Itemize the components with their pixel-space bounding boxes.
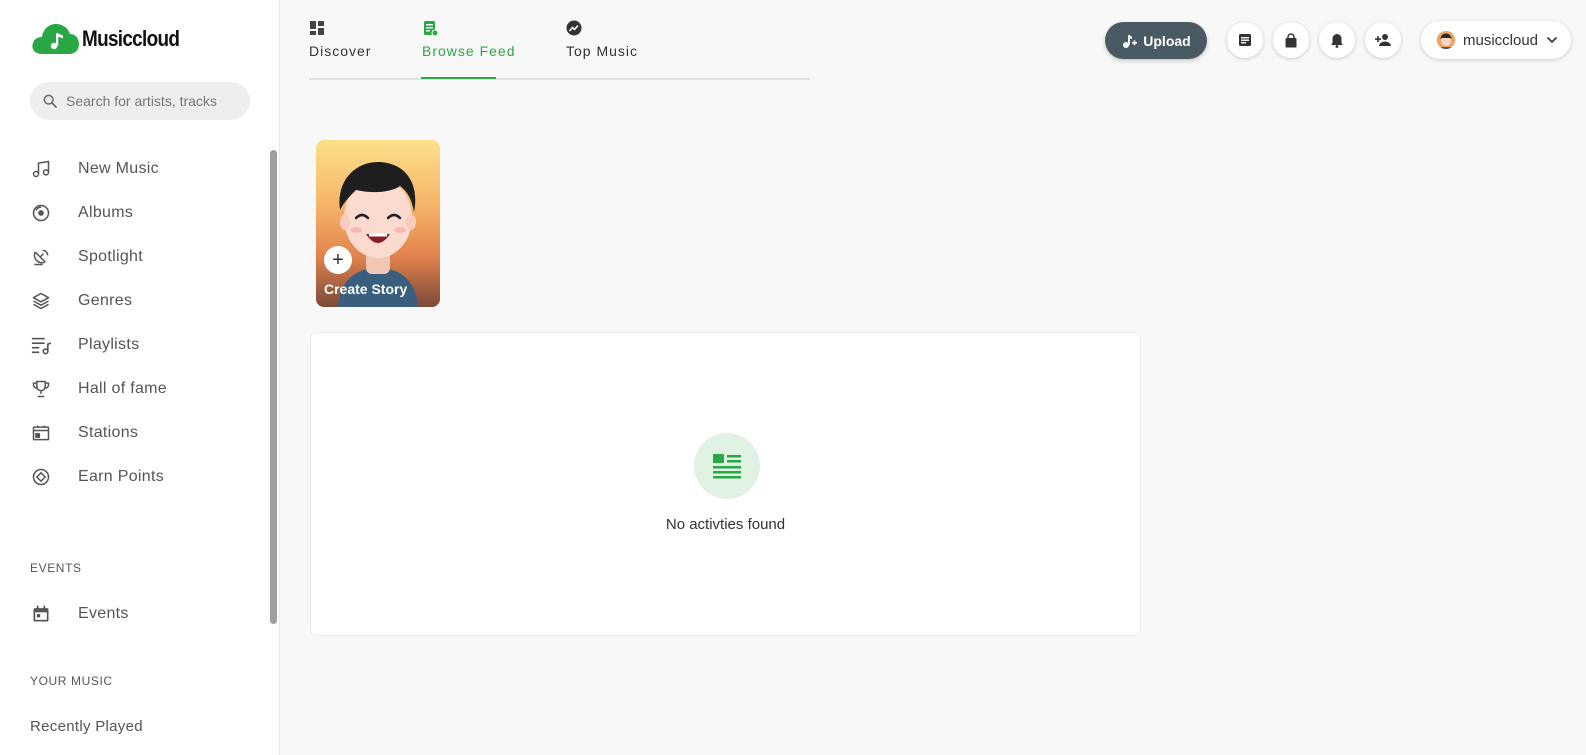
sidebar-item-label: Events	[78, 605, 129, 622]
feed-tabs: Discover Browse Feed Top Music	[309, 18, 810, 80]
events-section-title: EVENTS	[30, 561, 82, 575]
sidebar-item-label: Albums	[78, 204, 134, 221]
bell-icon	[1331, 33, 1343, 48]
sidebar-item-hall-of-fame[interactable]: Hall of fame	[30, 374, 167, 404]
shopping-bag-icon	[1285, 32, 1297, 47]
sidebar-item-stations[interactable]: Stations	[30, 418, 138, 448]
sidebar-item-label: Earn Points	[78, 468, 165, 485]
tab-label: Top Music	[566, 43, 639, 59]
plus-icon: +	[324, 246, 352, 274]
tab-label: Discover	[309, 43, 372, 59]
points-icon	[30, 466, 52, 488]
search-input[interactable]	[66, 93, 246, 109]
sidebar-item-recently-played[interactable]: Recently Played	[30, 718, 143, 735]
sidebar-item-label: New Music	[78, 160, 159, 177]
sidebar-item-playlists[interactable]: Playlists	[30, 330, 139, 360]
cloud-music-logo-icon	[32, 24, 79, 54]
cart-button[interactable]	[1273, 22, 1309, 58]
search-icon	[43, 94, 57, 108]
upload-button-label: Upload	[1143, 32, 1191, 49]
radio-icon	[30, 422, 52, 444]
chevron-down-icon	[1546, 36, 1558, 44]
sidebar-item-label: Stations	[78, 424, 139, 441]
messages-icon	[1239, 34, 1251, 46]
activity-feed-panel: No activties found	[310, 332, 1141, 636]
music-note-icon	[30, 158, 52, 180]
disc-icon	[30, 202, 52, 224]
active-tab-indicator	[421, 77, 496, 79]
user-menu[interactable]: musiccloud	[1421, 21, 1571, 59]
username: musiccloud	[1463, 31, 1539, 49]
create-story-label: Create Story	[324, 281, 408, 297]
sidebar-item-label: Genres	[78, 292, 133, 309]
calendar-icon	[30, 603, 52, 625]
search-bar[interactable]	[30, 82, 250, 120]
music-plus-icon	[1121, 33, 1138, 49]
satellite-dish-icon	[30, 246, 52, 268]
sidebar: Musiccloud New Music Albums Spotlight Ge…	[0, 0, 280, 755]
sidebar-item-label: Playlists	[78, 336, 140, 353]
sidebar-item-new-music[interactable]: New Music	[30, 154, 159, 184]
notifications-button[interactable]	[1319, 22, 1355, 58]
upload-button[interactable]: Upload	[1105, 22, 1207, 59]
article-icon	[694, 433, 760, 499]
logo[interactable]: Musiccloud	[30, 22, 195, 56]
create-story-card[interactable]: + Create Story	[316, 140, 440, 307]
tab-label: Browse Feed	[422, 43, 516, 59]
sidebar-item-earn-points[interactable]: Earn Points	[30, 462, 164, 492]
feed-icon	[424, 21, 438, 36]
sidebar-item-events[interactable]: Events	[30, 599, 129, 629]
add-friend-button[interactable]	[1365, 22, 1401, 58]
avatar	[1437, 31, 1455, 49]
playlist-icon	[30, 334, 52, 356]
sidebar-item-genres[interactable]: Genres	[30, 286, 132, 316]
trending-icon	[566, 20, 582, 36]
layers-icon	[30, 290, 52, 312]
sidebar-scrollbar[interactable]	[270, 150, 277, 624]
trophy-icon	[30, 378, 52, 400]
your-music-section-title: YOUR MUSIC	[30, 674, 113, 688]
dashboard-icon	[310, 21, 324, 35]
brand-name: Musiccloud	[82, 26, 180, 51]
empty-state-message: No activties found	[665, 516, 786, 533]
sidebar-item-label: Hall of fame	[78, 380, 167, 397]
sidebar-item-spotlight[interactable]: Spotlight	[30, 242, 143, 272]
sidebar-item-label: Spotlight	[78, 248, 143, 265]
sidebar-item-albums[interactable]: Albums	[30, 198, 133, 228]
add-user-icon	[1374, 34, 1391, 46]
messages-button[interactable]	[1227, 22, 1263, 58]
